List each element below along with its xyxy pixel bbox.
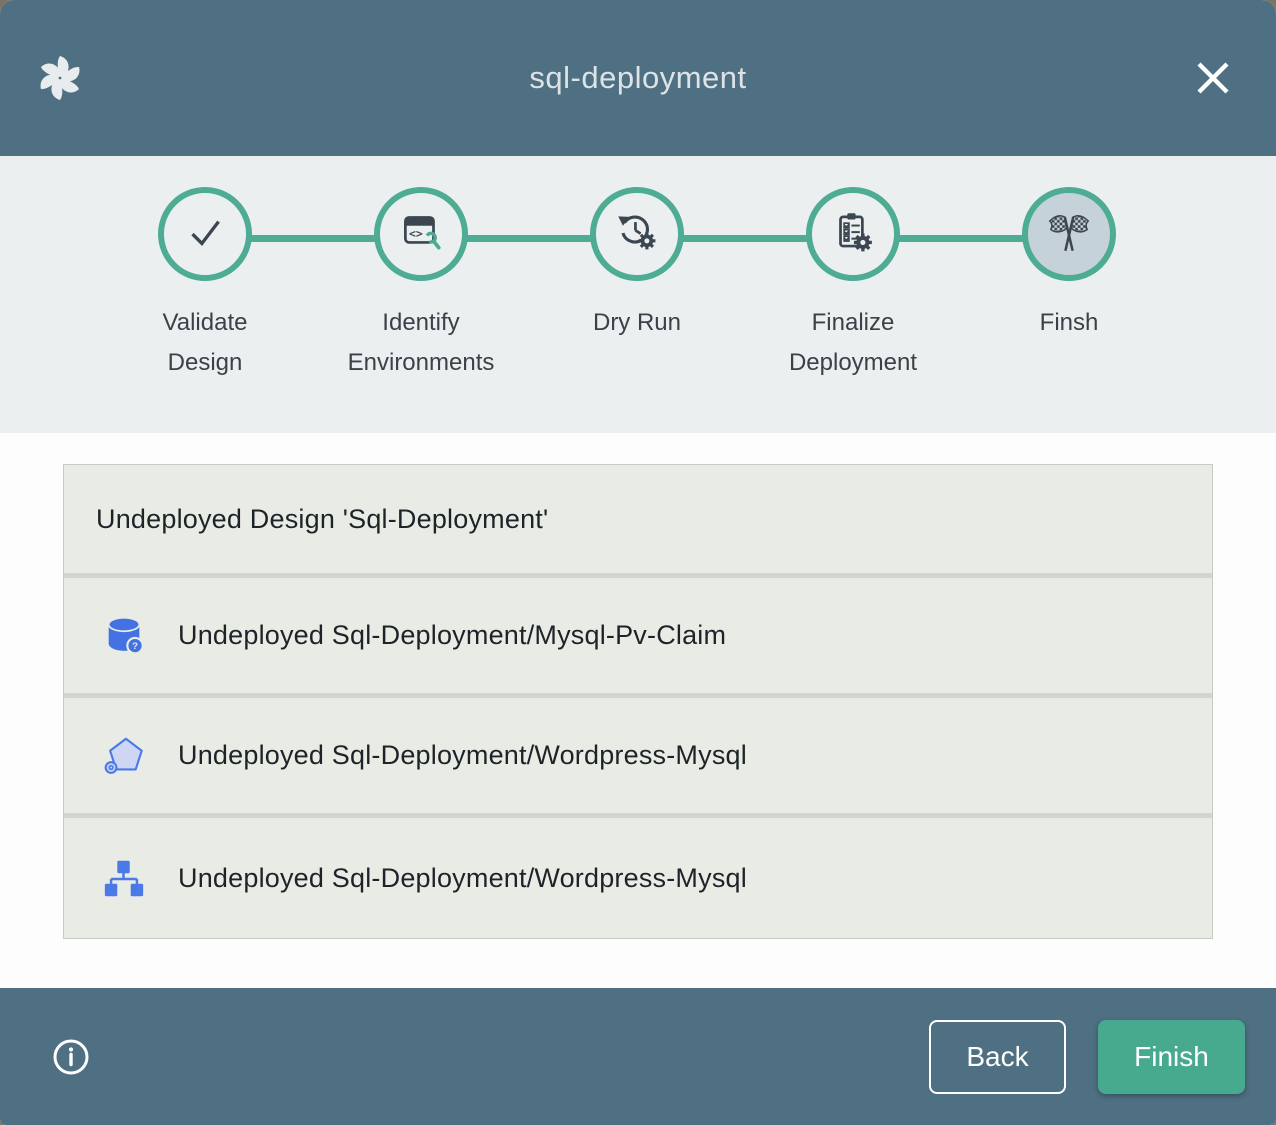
back-button[interactable]: Back	[929, 1020, 1066, 1094]
clipboard-gear-icon	[828, 207, 878, 262]
info-icon[interactable]	[52, 1038, 90, 1076]
close-icon[interactable]	[1192, 57, 1234, 99]
status-text: Undeployed Sql-Deployment/Mysql-Pv-Claim	[178, 620, 726, 651]
dialog-header: sql-deployment	[0, 0, 1276, 156]
step-circle[interactable]: <>	[374, 187, 468, 281]
sql-deployment-dialog: sql-deployment Validate Design	[0, 0, 1276, 1125]
step-identify-environments[interactable]: <> Identify Environments	[313, 187, 529, 383]
step-circle-active[interactable]	[1022, 187, 1116, 281]
step-label: Dry Run	[593, 303, 681, 343]
nirmata-pinwheel-logo-icon	[36, 54, 84, 102]
checkered-flags-icon	[1044, 207, 1094, 262]
step-label: Finalize Deployment	[772, 303, 934, 383]
step-validate-design[interactable]: Validate Design	[97, 187, 313, 383]
step-dry-run[interactable]: Dry Run	[529, 187, 745, 383]
step-finish[interactable]: Finsh	[961, 187, 1177, 383]
finish-button[interactable]: Finish	[1098, 1020, 1245, 1094]
dialog-footer: Back Finish	[0, 988, 1276, 1125]
status-row-design: Undeployed Design 'Sql-Deployment'	[64, 465, 1212, 578]
step-circle[interactable]	[158, 187, 252, 281]
step-circle[interactable]	[590, 187, 684, 281]
status-row-mysql-pv-claim: ? Undeployed Sql-Deployment/Mysql-Pv-Cla…	[64, 578, 1212, 698]
deployment-status-panel: Undeployed Design 'Sql-Deployment' ? Und…	[0, 433, 1276, 988]
check-icon	[180, 207, 230, 262]
step-circle[interactable]	[806, 187, 900, 281]
status-row-wordpress-mysql-tree: Undeployed Sql-Deployment/Wordpress-Mysq…	[64, 818, 1212, 938]
step-label: Finsh	[1040, 303, 1099, 343]
step-finalize-deployment[interactable]: Finalize Deployment	[745, 187, 961, 383]
pod-pentagon-icon	[101, 733, 147, 779]
status-text: Undeployed Sql-Deployment/Wordpress-Mysq…	[178, 863, 747, 894]
history-gear-icon	[612, 207, 662, 262]
code-window-wrench-icon: <>	[396, 207, 446, 262]
topology-tree-icon	[101, 855, 147, 901]
svg-text:<>: <>	[409, 226, 423, 240]
step-label: Identify Environments	[340, 303, 502, 383]
step-label: Validate Design	[124, 303, 286, 383]
dialog-title: sql-deployment	[0, 60, 1276, 96]
wizard-stepper: Validate Design <>	[0, 156, 1276, 433]
status-row-wordpress-mysql-pod: Undeployed Sql-Deployment/Wordpress-Mysq…	[64, 698, 1212, 818]
status-list: Undeployed Design 'Sql-Deployment' ? Und…	[63, 464, 1213, 939]
status-text: Undeployed Sql-Deployment/Wordpress-Mysq…	[178, 740, 747, 771]
status-text: Undeployed Design 'Sql-Deployment'	[96, 504, 548, 535]
svg-text:?: ?	[132, 641, 138, 652]
database-question-icon: ?	[101, 613, 147, 659]
